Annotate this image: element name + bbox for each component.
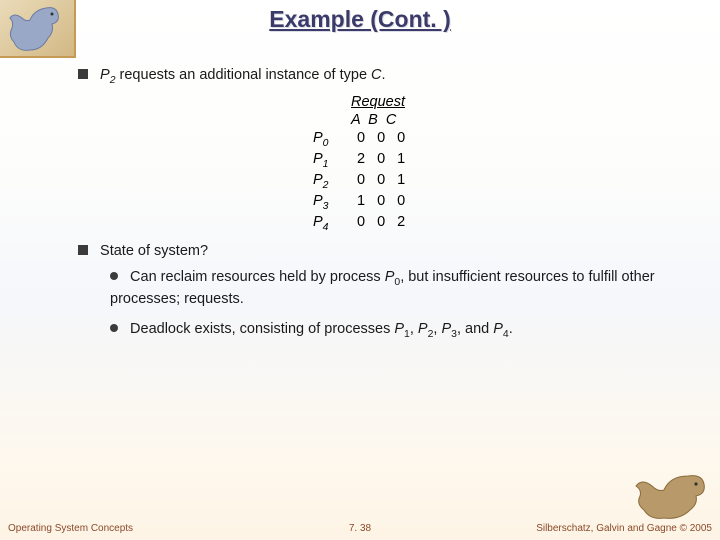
footer: Operating System Concepts 7. 38 Silbersc… (8, 523, 712, 534)
text: P (100, 67, 110, 83)
text: P (418, 321, 428, 337)
table-row: P1 2 0 1 (313, 151, 690, 170)
text: , and (457, 321, 493, 337)
text: P (441, 321, 451, 337)
text: Can reclaim resources held by process (130, 269, 385, 285)
table-header: Request (351, 94, 690, 110)
content-area: P2 requests an additional instance of ty… (78, 66, 690, 351)
square-bullet-icon (78, 69, 88, 79)
text: C (371, 67, 381, 83)
text: P (385, 269, 395, 285)
page-title: Example (Cont. ) (0, 0, 720, 33)
footer-page-number: 7. 38 (349, 523, 371, 534)
text: requests an additional instance of type (116, 67, 372, 83)
text: P (394, 321, 404, 337)
sub-bullet-deadlock: Deadlock exists, consisting of processes… (110, 320, 690, 342)
bullet-p2-request: P2 requests an additional instance of ty… (78, 66, 690, 88)
corner-logo (0, 0, 76, 58)
disc-bullet-icon (110, 324, 118, 332)
table-row: P3 1 0 0 (313, 193, 690, 212)
text: P (493, 321, 503, 337)
footer-left: Operating System Concepts (8, 523, 133, 534)
text: . (509, 321, 513, 337)
text: Deadlock exists, consisting of processes (130, 321, 394, 337)
disc-bullet-icon (110, 272, 118, 280)
table-row: P4 0 0 2 (313, 214, 690, 233)
square-bullet-icon (78, 245, 88, 255)
text: State of system? (100, 243, 208, 259)
table-row: P2 0 0 1 (313, 172, 690, 191)
text: , (410, 321, 418, 337)
dinosaur-footer-icon (632, 470, 712, 520)
table-columns: A B C (351, 112, 690, 128)
dinosaur-icon (4, 2, 64, 56)
request-table: Request A B C P0 0 0 0 P1 2 0 1 P2 0 0 1… (313, 94, 690, 232)
table-row: P0 0 0 0 (313, 130, 690, 149)
bullet-state-of-system: State of system? (78, 242, 690, 262)
footer-copyright: Silberschatz, Galvin and Gagne © 2005 (536, 523, 712, 534)
sublist: Can reclaim resources held by process P0… (110, 268, 690, 342)
text: . (382, 67, 386, 83)
sub-bullet-reclaim: Can reclaim resources held by process P0… (110, 268, 690, 310)
